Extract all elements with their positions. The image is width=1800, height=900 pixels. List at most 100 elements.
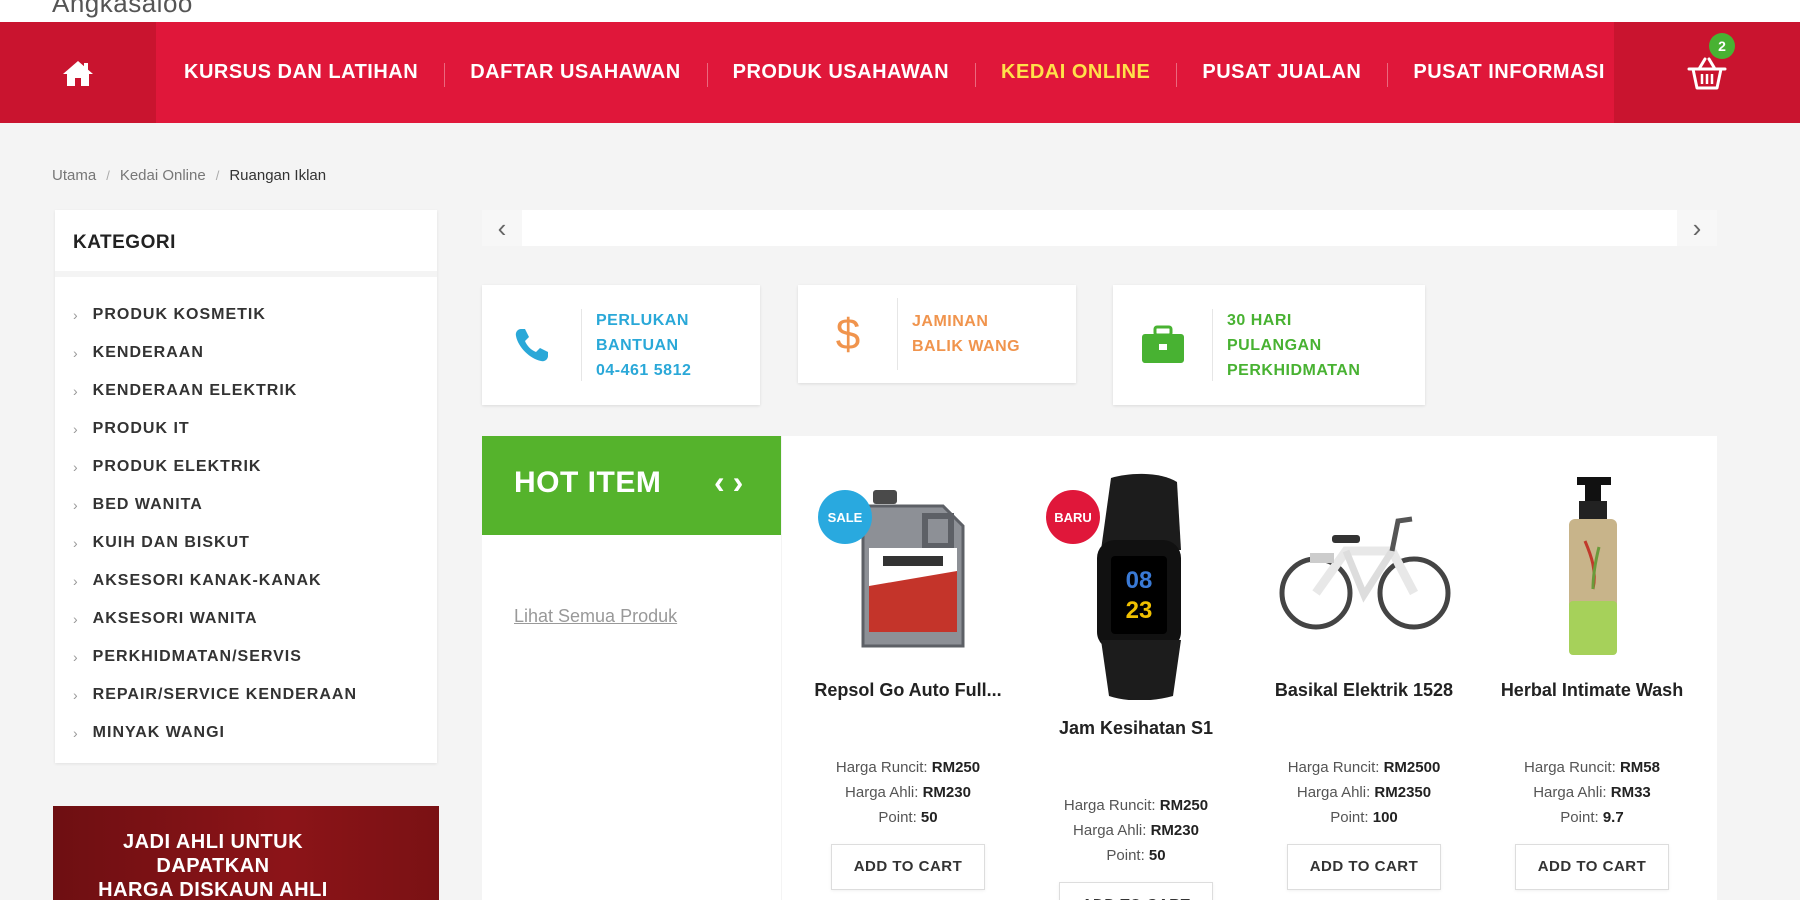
member-price-row: Harga Ahli: RM230 [808,780,1008,805]
member-price: RM33 [1610,784,1651,801]
home-button[interactable] [0,22,156,123]
retail-price-label: Harga Runcit: [1063,797,1156,814]
category-label: KENDERAAN ELEKTRIK [92,382,298,399]
points-value: 50 [1148,847,1166,864]
breadcrumb-separator: / [106,168,110,183]
feature-icon-wrap [1113,309,1213,381]
category-item[interactable]: › KENDERAAN ELEKTRIK [55,372,437,410]
category-item[interactable]: › AKSESORI KANAK-KANAK [55,562,437,600]
add-to-cart-button[interactable]: ADD TO CART [1059,882,1213,900]
points-row: Point: 50 [808,805,1008,830]
points-value: 50 [920,809,938,826]
category-item[interactable]: › PRODUK ELEKTRIK [55,448,437,486]
add-to-cart-button[interactable]: ADD TO CART [1515,844,1669,890]
add-to-cart-button[interactable]: ADD TO CART [831,844,985,890]
category-item[interactable]: › MINYAK WANGI [55,714,437,752]
product-image-link[interactable] [1492,466,1692,666]
site-name[interactable]: Angkasaloo [52,0,193,19]
category-item[interactable]: › PRODUK KOSMETIK [55,296,437,334]
hot-next-button[interactable]: › [733,464,744,500]
nav-item-produk[interactable]: PRODUK USAHAWAN [706,61,975,87]
retail-price-label: Harga Runcit: [1524,759,1616,776]
see-all-products-link[interactable]: Lihat Semua Produk [514,606,677,627]
divider [781,436,782,900]
product-badge: SALE [818,490,872,544]
points-label: Point: [878,809,917,826]
category-item[interactable]: › KUIH DAN BISKUT [55,524,437,562]
sidebar-title: KATEGORI [55,210,437,277]
retail-price: RM250 [1159,797,1209,814]
retail-price-row: Harga Runcit: RM250 [808,755,1008,780]
breadcrumb: Utama / Kedai Online / Ruangan Iklan [52,167,326,184]
category-item[interactable]: › BED WANITA [55,486,437,524]
category-item[interactable]: › REPAIR/SERVICE KENDERAAN [55,676,437,714]
retail-price: RM250 [931,759,981,776]
category-item[interactable]: › KENDERAAN [55,334,437,372]
category-label: PRODUK KOSMETIK [92,306,266,323]
slider-prev-button[interactable]: ‹ [482,210,522,246]
feature-phone-number[interactable]: 04-461 5812 [596,358,691,383]
promo-text: JADI AHLI UNTUK DAPATKAN HARGA DISKAUN A… [53,830,373,900]
points-row: Point: 100 [1264,805,1464,830]
category-label: REPAIR/SERVICE KENDERAAN [92,686,358,703]
main-nav: KURSUS DAN LATIHAN DAFTAR USAHAWAN PRODU… [0,22,1800,123]
breadcrumb-home[interactable]: Utama [52,167,96,184]
points-label: Point: [1560,809,1599,826]
category-label: PRODUK ELEKTRIK [92,458,262,475]
retail-price-row: Harga Runcit: RM250 [1036,793,1236,818]
feature-text: 30 HARI PULANGAN PERKHIDMATAN [1213,308,1360,383]
product-name[interactable]: Jam Kesihatan S1 [1036,718,1236,739]
retail-price-label: Harga Runcit: [835,759,928,776]
feature-line: BANTUAN [596,336,679,354]
chevron-right-icon: › [73,725,79,741]
retail-price: RM2500 [1383,759,1441,776]
feature-line: JAMINAN [912,313,989,330]
hot-prev-button[interactable]: ‹ [714,464,725,500]
chevron-right-icon: › [73,383,79,399]
chevron-right-icon: › [73,421,79,437]
cart-button[interactable]: 2 [1614,22,1800,123]
category-item[interactable]: › PERKHIDMATAN/SERVIS [55,638,437,676]
category-list: › PRODUK KOSMETIK › KENDERAAN › KENDERAAN E… [55,277,437,752]
breadcrumb-separator: / [215,168,220,183]
membership-promo-banner[interactable]: JADI AHLI UNTUK DAPATKAN HARGA DISKAUN A… [53,806,439,900]
nav-item-daftar[interactable]: DAFTAR USAHAWAN [444,61,706,87]
product-image-link[interactable] [1264,466,1464,666]
feature-line: 30 HARI [1227,311,1292,329]
member-price-label: Harga Ahli: [1533,784,1607,801]
product-image-electric-bicycle [1279,516,1451,630]
nav-item-pusat-jualan[interactable]: PUSAT JUALAN [1176,61,1387,87]
promo-line-1: JADI AHLI UNTUK [122,831,304,853]
feature-text: PERLUKAN BANTUAN 04-461 5812 [582,308,691,383]
add-to-cart-button[interactable]: ADD TO CART [1287,844,1441,890]
product-name[interactable]: Repsol Go Auto Full... [808,680,1008,701]
breadcrumb-section[interactable]: Kedai Online [120,167,206,184]
points-label: Point: [1330,809,1369,826]
category-label: KUIH DAN BISKUT [92,534,250,551]
feature-icon-wrap: $ [798,298,898,370]
category-label: PRODUK IT [92,420,190,437]
promo-line-2: DAPATKAN [156,855,270,877]
product-image-link[interactable]: SALE [808,466,1008,666]
retail-price-row: Harga Runcit: RM58 [1492,755,1692,780]
member-price: RM2350 [1374,784,1432,801]
category-item[interactable]: › AKSESORI WANITA [55,600,437,638]
chevron-right-icon: › [73,345,79,361]
slider-next-button[interactable]: › [1677,210,1717,246]
product-name[interactable]: Basikal Elektrik 1528 [1264,680,1464,701]
nav-item-pusat-informasi[interactable]: PUSAT INFORMASI [1387,61,1631,87]
banner-slider: ‹ › [482,210,1717,246]
retail-price-row: Harga Runcit: RM2500 [1264,755,1464,780]
cart-count-badge: 2 [1709,33,1735,59]
product-image-link[interactable]: 08 23 BARU [1036,466,1236,704]
category-item[interactable]: › PRODUK IT [55,410,437,448]
feature-return: 30 HARI PULANGAN PERKHIDMATAN [1113,285,1425,405]
chevron-right-icon: › [73,459,79,475]
product-image-herbal-bottle [1569,477,1617,655]
feature-line: BALIK WANG [912,338,1021,355]
hot-item-header: HOT ITEM ‹ › [482,436,781,535]
nav-item-kedai-online[interactable]: KEDAI ONLINE [975,61,1176,87]
nav-item-kursus[interactable]: KURSUS DAN LATIHAN [158,61,444,84]
chevron-right-icon: › [73,573,79,589]
product-name[interactable]: Herbal Intimate Wash [1492,680,1692,701]
